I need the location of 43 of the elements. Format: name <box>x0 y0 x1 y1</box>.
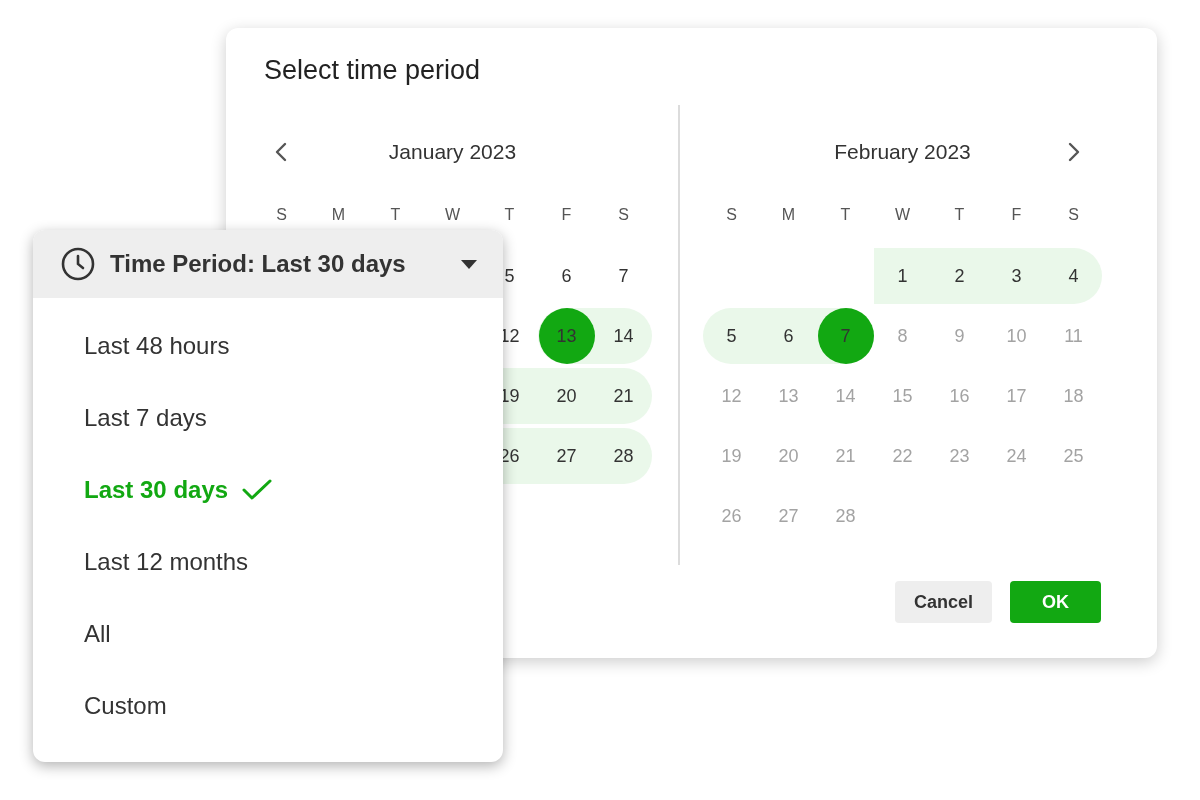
weekday-label: F <box>1010 205 1023 225</box>
caret-icon <box>461 259 477 269</box>
calendar-day[interactable]: 21 <box>595 368 652 424</box>
calendar-day[interactable]: 28 <box>595 428 652 484</box>
weekday-label: F <box>560 205 573 225</box>
dialog-title: Select time period <box>263 54 482 87</box>
weekday-label: T <box>953 205 966 225</box>
calendar-day[interactable]: 3 <box>988 248 1045 304</box>
check-icon <box>242 479 273 501</box>
calendar-day[interactable]: 7 <box>817 308 874 364</box>
calendar-day[interactable]: 27 <box>538 428 595 484</box>
chevron-right-icon <box>1067 141 1081 163</box>
ok-button[interactable]: OK <box>1010 581 1101 623</box>
weekday-label: T <box>389 205 402 225</box>
weekday-label: S <box>275 205 288 225</box>
menu-option[interactable]: All <box>33 598 503 670</box>
weekday-label: W <box>893 205 912 225</box>
weekday-label: M <box>330 205 347 225</box>
calendar-day[interactable]: 6 <box>538 248 595 304</box>
month-title: February 2023 <box>834 139 971 166</box>
calendar-day[interactable]: 13 <box>538 308 595 364</box>
weekday-label: T <box>839 205 852 225</box>
calendar-day[interactable]: 1 <box>874 248 931 304</box>
menu-option[interactable]: Last 12 months <box>33 526 503 598</box>
menu-option[interactable]: Custom <box>33 670 503 742</box>
time-period-dropdown[interactable]: Time Period: Last 30 days <box>33 230 503 298</box>
calendar-day[interactable]: 5 <box>703 308 760 364</box>
calendar-day[interactable]: 14 <box>595 308 652 364</box>
calendar-day[interactable]: 6 <box>760 308 817 364</box>
chevron-left-icon <box>274 141 288 163</box>
calendar-day[interactable]: 2 <box>931 248 988 304</box>
weekday-label: S <box>1067 205 1080 225</box>
calendar-day[interactable]: 7 <box>595 248 652 304</box>
month-title: January 2023 <box>388 139 517 166</box>
weekday-label: W <box>443 205 462 225</box>
clock-icon <box>61 247 95 281</box>
weekday-label: S <box>725 205 738 225</box>
weekday-label: S <box>617 205 630 225</box>
weekday-label: M <box>780 205 797 225</box>
calendar-day[interactable]: 20 <box>538 368 595 424</box>
cancel-button[interactable]: Cancel <box>895 581 992 623</box>
weekday-label: T <box>503 205 516 225</box>
calendar-day[interactable]: 4 <box>1045 248 1102 304</box>
